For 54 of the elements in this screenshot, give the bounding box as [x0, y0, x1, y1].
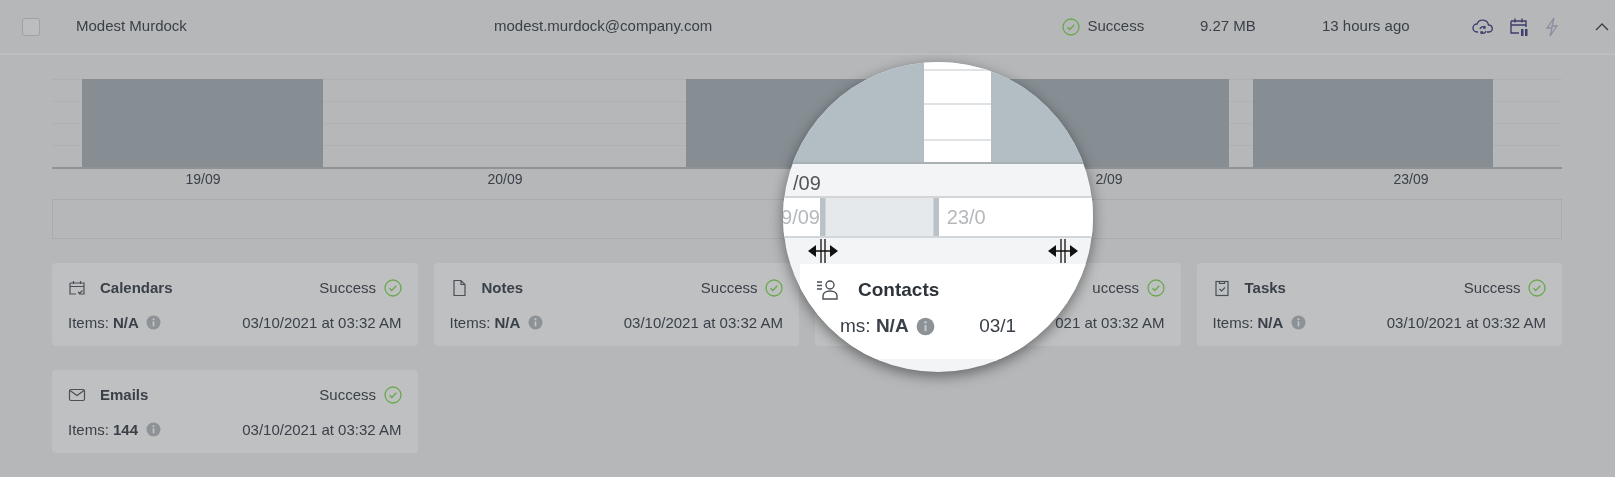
success-icon: [383, 279, 402, 298]
user-name: Modest Murdock: [76, 16, 188, 37]
status-text: Success: [319, 278, 376, 298]
card-title: Emails: [100, 385, 149, 405]
status-text: Success: [1463, 278, 1521, 298]
calendar-icon: [68, 279, 86, 298]
items-count: Items: N/A: [1212, 312, 1284, 333]
items-count: ms: N/A: [840, 314, 909, 338]
status-text: uccess: [1092, 278, 1139, 298]
items-count: Items: N/A: [68, 312, 139, 333]
success-icon: [1146, 279, 1165, 298]
card-date: 03/1: [979, 314, 1017, 338]
status-text: Success: [700, 278, 758, 298]
range-handle[interactable]: [934, 198, 940, 236]
items-count: Items: N/A: [449, 312, 521, 333]
collapse-caret-icon[interactable]: [1595, 21, 1609, 32]
info-icon: [916, 316, 936, 336]
lightning-icon[interactable]: [1544, 16, 1560, 37]
card-date: 03/10/2021 at 03:32 AM: [242, 312, 402, 333]
card-title: Calendars: [100, 278, 173, 298]
card-date: 021 at 03:32 AM: [1055, 312, 1165, 333]
success-icon: [1528, 279, 1546, 298]
calendar-pause-icon[interactable]: [1509, 16, 1529, 37]
card-date: 03/10/2021 at 03:32 AM: [623, 312, 783, 333]
card-date: 03/10/2021 at 03:32 AM: [242, 419, 402, 440]
card-title: Tasks: [1244, 278, 1286, 298]
last-backup-time: 13 hours ago: [1322, 17, 1410, 35]
info-icon: [145, 422, 161, 438]
success-icon: [383, 386, 402, 405]
axis-label: 2/09: [1095, 171, 1123, 187]
axis-label: 19/09: [185, 171, 221, 187]
info-icon: [1290, 315, 1306, 331]
selected-range[interactable]: [825, 198, 935, 236]
card-title: Notes: [481, 278, 524, 298]
range-end-label: 23/0: [946, 205, 986, 230]
status-text: Success: [319, 385, 376, 405]
axis-label: /09: [793, 172, 821, 194]
person-list-icon: [816, 279, 838, 302]
items-count: Items: 144: [68, 419, 139, 440]
axis-label: 23/09: [1393, 171, 1429, 187]
info-icon: [527, 315, 543, 331]
email-address: modest.murdock@company.com: [494, 17, 713, 35]
card-title: Contacts: [858, 278, 940, 302]
card-date: 03/10/2021 at 03:32 AM: [1386, 312, 1546, 333]
info-icon: [146, 315, 162, 331]
row-checkbox[interactable]: [22, 17, 40, 36]
axis-label: 20/09: [487, 171, 523, 187]
success-icon: [765, 279, 783, 298]
clipboard-icon: [1212, 279, 1231, 298]
range-handle[interactable]: [820, 198, 825, 236]
backup-size: 9.27 MB: [1200, 17, 1256, 35]
status-text: Success: [1087, 16, 1145, 37]
cloud-sync-icon[interactable]: [1472, 16, 1494, 37]
success-icon: [1062, 17, 1080, 36]
